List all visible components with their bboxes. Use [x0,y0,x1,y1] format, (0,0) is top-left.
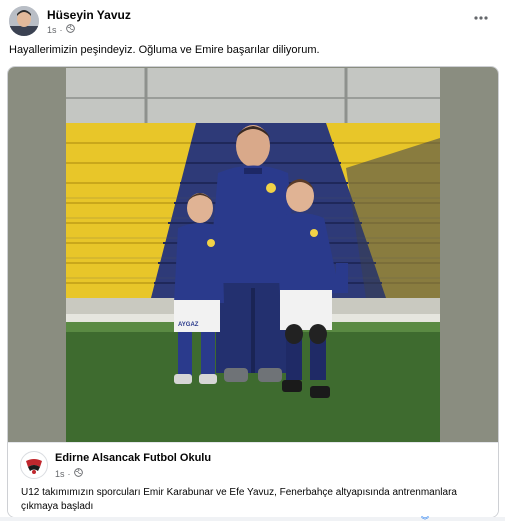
shared-post-info: Edirne Alsancak Futbol Okulu 1s · U12 ta… [8,442,498,517]
shared-post-meta: 1s · [55,468,83,479]
shared-post-time[interactable]: 1s [55,469,65,479]
post-caption: Hayallerimizin peşindeyiz. Oğluma ve Emi… [9,44,320,56]
shared-page-name[interactable]: Edirne Alsancak Futbol Okulu [55,452,211,464]
separator-dot: · [67,468,71,479]
shared-post-card[interactable]: AYGAZ Edirne Alsancak Futbol Okulu 1s · … [7,66,499,518]
photo-background: AYGAZ [8,67,498,442]
globe-icon [73,468,83,479]
shared-post-text: U12 takımımızın sporcuları Emir Karabuna… [21,487,457,512]
post-photo[interactable]: AYGAZ [66,68,440,442]
post-header: Hüseyin Yavuz 1s · [8,5,497,37]
globe-icon [65,24,75,35]
post-time[interactable]: 1s [47,25,57,35]
post-meta: 1s · [47,24,75,35]
shirt-sponsor-text: AYGAZ [178,322,199,328]
facebook-post: Hüseyin Yavuz 1s · Hayallerimizin peşind… [0,0,505,521]
feed-divider [0,517,505,521]
author-avatar[interactable] [9,6,39,36]
more-options-icon[interactable] [473,13,489,23]
author-name[interactable]: Hüseyin Yavuz [47,8,131,22]
page-logo[interactable] [20,451,48,479]
chevron-down-icon: ︾ [421,516,429,521]
separator-dot: · [59,24,63,35]
